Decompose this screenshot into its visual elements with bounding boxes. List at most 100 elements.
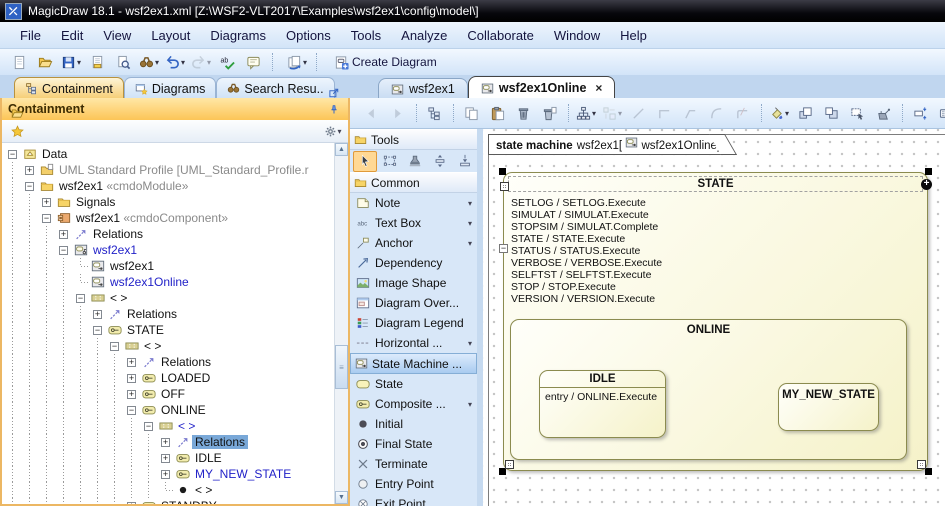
- state-IDLE[interactable]: IDLE entry / ONLINE.Execute: [539, 370, 666, 438]
- selection-handle[interactable]: [499, 168, 506, 175]
- tree-node-relations[interactable]: Relations: [90, 227, 146, 241]
- state-name-IDLE[interactable]: IDLE: [540, 371, 665, 388]
- favorites-button[interactable]: [7, 122, 27, 140]
- spelling-button[interactable]: ab: [214, 51, 240, 73]
- tree-expander-expand[interactable]: +: [127, 374, 136, 383]
- tree-node-my-new-state[interactable]: MY_NEW_STATE: [192, 467, 294, 481]
- palette-item-composite-[interactable]: Composite ...▾: [350, 394, 477, 414]
- redo-button[interactable]: ▾: [188, 51, 214, 73]
- tree-expander-collapse[interactable]: −: [110, 342, 119, 351]
- palette-item-anchor[interactable]: Anchor▾: [350, 233, 477, 253]
- dock-tab-search-resu-[interactable]: Search Resu..: [216, 77, 334, 99]
- internal-transition[interactable]: STATE / STATE.Execute: [511, 233, 927, 245]
- fill-color-button[interactable]: ▾: [766, 102, 792, 124]
- tree-node--[interactable]: < >: [107, 291, 130, 305]
- sticky-mode-tool[interactable]: [403, 151, 427, 172]
- distribute-vertically-tool[interactable]: [428, 151, 452, 172]
- comments-button[interactable]: [240, 51, 266, 73]
- new-project-button[interactable]: [6, 51, 32, 73]
- diagram-canvas[interactable]: state machinewsf2ex1[ wsf2ex1Online] +: [483, 129, 945, 506]
- find-button[interactable]: ▾: [136, 51, 162, 73]
- menu-file[interactable]: File: [10, 24, 51, 47]
- selection-handle[interactable]: [499, 468, 506, 475]
- palette-item-image-shape[interactable]: Image Shape: [350, 273, 477, 293]
- pin-button[interactable]: [326, 101, 342, 117]
- palette-item-note[interactable]: Note▾: [350, 193, 477, 213]
- dropdown-arrow-icon[interactable]: ▾: [468, 239, 472, 248]
- tree-expander-collapse[interactable]: −: [127, 406, 136, 415]
- editor-tab-wsf2ex1online[interactable]: wsf2ex1Online×: [468, 76, 616, 99]
- tree-expander-expand[interactable]: +: [161, 470, 170, 479]
- state-name-STATE[interactable]: STATE: [508, 176, 923, 192]
- tree-node-wsf2ex1[interactable]: wsf2ex1: [107, 259, 157, 273]
- palette-item-entry-point[interactable]: Entry Point: [350, 474, 477, 494]
- select-in-containment-button[interactable]: [421, 102, 447, 124]
- open-quick-button[interactable]: [7, 104, 27, 122]
- internal-transition[interactable]: VERSION / VERSION.Execute: [511, 293, 927, 305]
- dropdown-arrow-icon[interactable]: ▾: [207, 58, 211, 67]
- tree-expander-expand[interactable]: +: [93, 310, 102, 319]
- save-button[interactable]: ▾: [58, 51, 84, 73]
- delete-from-model-button[interactable]: [536, 102, 562, 124]
- to-front-button[interactable]: [792, 102, 818, 124]
- tree-expander-collapse[interactable]: −: [144, 422, 153, 431]
- oblique-path-button[interactable]: [677, 102, 703, 124]
- tree-node-uml-standard-profile-uml-standard-profile-r[interactable]: UML Standard Profile [UML_Standard_Profi…: [56, 163, 312, 177]
- tree-expander-collapse[interactable]: −: [42, 214, 51, 223]
- tree-expander-expand[interactable]: +: [42, 198, 51, 207]
- menu-collaborate[interactable]: Collaborate: [457, 24, 544, 47]
- tree-expander-expand[interactable]: +: [127, 390, 136, 399]
- tree-expander-collapse[interactable]: −: [8, 150, 17, 159]
- menu-diagrams[interactable]: Diagrams: [200, 24, 276, 47]
- compartment-expand-button[interactable]: +: [921, 179, 932, 190]
- undo-button[interactable]: ▾: [162, 51, 188, 73]
- dropdown-arrow-icon[interactable]: ▾: [337, 127, 341, 136]
- tree-node-online[interactable]: ONLINE: [158, 403, 209, 417]
- menu-view[interactable]: View: [93, 24, 141, 47]
- tree-node--[interactable]: < >: [141, 339, 164, 353]
- print-button[interactable]: [84, 51, 110, 73]
- scroll-up-button[interactable]: ▲: [335, 143, 348, 156]
- dock-tab-diagrams[interactable]: Diagrams: [124, 77, 217, 99]
- dropdown-arrow-icon[interactable]: ▾: [181, 58, 185, 67]
- dropdown-arrow-icon[interactable]: ▾: [77, 58, 81, 67]
- internal-transition[interactable]: STATUS / STATUS.Execute: [511, 245, 927, 257]
- palette-item-diagram-over-[interactable]: Diagram Over...: [350, 293, 477, 313]
- select-tool[interactable]: [353, 151, 377, 172]
- dropdown-arrow-icon[interactable]: ▾: [303, 58, 307, 67]
- diagram-properties-button[interactable]: [933, 102, 945, 124]
- quick-layout-button[interactable]: ▾: [573, 102, 599, 124]
- palette-item-final-state[interactable]: Final State: [350, 434, 477, 454]
- rounded-path-button[interactable]: [729, 102, 755, 124]
- tree-expander-expand[interactable]: +: [59, 230, 68, 239]
- state-ONLINE[interactable]: ONLINE IDLE entry / ONLINE.Execute MY_NE…: [510, 319, 907, 460]
- multi-select-tool[interactable]: [378, 151, 402, 172]
- menu-tools[interactable]: Tools: [341, 24, 391, 47]
- corner-marker[interactable]: [917, 460, 926, 469]
- tree-expander-expand[interactable]: +: [127, 358, 136, 367]
- menu-window[interactable]: Window: [544, 24, 610, 47]
- internal-transition[interactable]: SIMULAT / SIMULAT.Execute: [511, 209, 927, 221]
- dropdown-arrow-icon[interactable]: ▾: [155, 58, 159, 67]
- menu-help[interactable]: Help: [610, 24, 657, 47]
- tree-expander-collapse[interactable]: −: [25, 182, 34, 191]
- select-symbol-button[interactable]: [844, 102, 870, 124]
- options-button[interactable]: ▾: [323, 122, 343, 140]
- back-button[interactable]: [358, 102, 384, 124]
- palette-group-state-machine-[interactable]: State Machine ...: [350, 353, 477, 374]
- rectilinear-path-button[interactable]: [651, 102, 677, 124]
- tree-scrollbar[interactable]: ▲ ≡ ▼: [334, 143, 348, 504]
- tree-expander-collapse[interactable]: −: [93, 326, 102, 335]
- palette-item-text-box[interactable]: abcText Box▾: [350, 213, 477, 233]
- close-tab-icon[interactable]: ×: [595, 81, 602, 95]
- tree-node-standby[interactable]: STANDBY: [158, 499, 220, 504]
- curved-path-button[interactable]: [703, 102, 729, 124]
- create-diagram-button[interactable]: Create Diagram: [328, 51, 443, 73]
- forward-button[interactable]: [384, 102, 410, 124]
- tree-expander-collapse[interactable]: −: [76, 294, 85, 303]
- open-project-button[interactable]: [32, 51, 58, 73]
- tree-node-off[interactable]: OFF: [158, 387, 188, 401]
- menu-options[interactable]: Options: [276, 24, 341, 47]
- tree-node-wsf2ex1[interactable]: wsf2ex1 «cmdoModule»: [56, 179, 191, 193]
- copy-button[interactable]: [458, 102, 484, 124]
